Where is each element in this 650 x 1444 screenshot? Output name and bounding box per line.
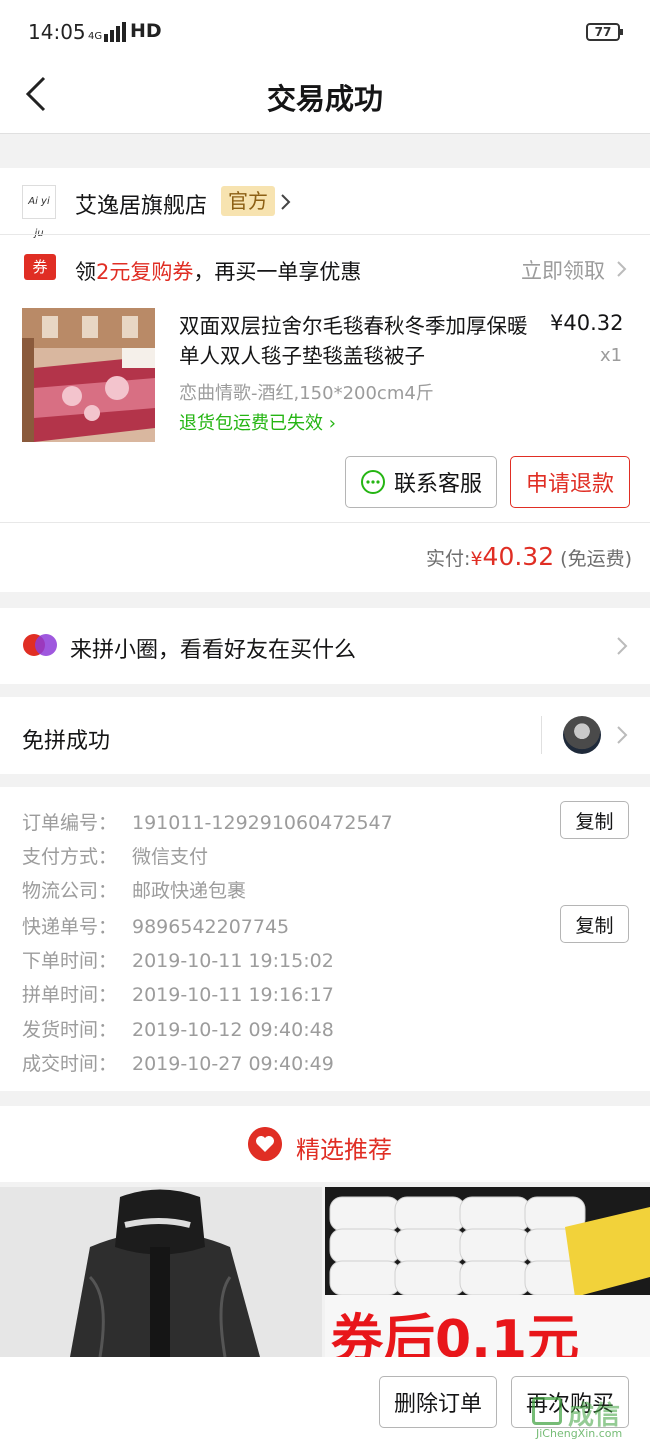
nav-bar: 交易成功 bbox=[0, 62, 650, 134]
copy-order-number-button[interactable]: 复制 bbox=[560, 801, 629, 839]
page-title: 交易成功 bbox=[266, 82, 383, 116]
divider bbox=[0, 234, 650, 235]
tracking-number-row: 快递单号： 9896542207745 bbox=[22, 916, 290, 938]
claim-coupon-link[interactable]: 立即领取 bbox=[521, 255, 605, 285]
contact-service-button[interactable]: 联系客服 bbox=[345, 456, 497, 508]
group-time-row: 拼单时间： 2019-10-11 19:16:17 bbox=[22, 984, 334, 1006]
watermark: 成信 JiChengXin.com bbox=[532, 1395, 648, 1443]
status-bar: 14:05 4G HD 77 bbox=[0, 0, 650, 62]
divider bbox=[0, 522, 650, 523]
refund-button[interactable]: 申请退款 bbox=[510, 456, 630, 508]
heart-icon bbox=[248, 1127, 282, 1161]
ship-time-row: 发货时间： 2019-10-12 09:40:48 bbox=[22, 1019, 334, 1041]
product-image[interactable] bbox=[22, 308, 155, 442]
friends-circle-text: 来拼小圈，看看好友在买什么 bbox=[70, 638, 357, 663]
product-title[interactable]: 双面双层拉舍尔毛毯春秋冬季加厚保暖单人双人毯子垫毯盖毯被子 bbox=[179, 311, 529, 371]
official-badge: 官方 bbox=[221, 186, 275, 216]
product-price: ¥40.32 bbox=[550, 311, 624, 335]
chevron-right-icon[interactable] bbox=[278, 190, 294, 214]
divider bbox=[541, 716, 542, 754]
chevron-right-icon[interactable] bbox=[616, 724, 628, 746]
signal-icon: 4G bbox=[88, 20, 127, 42]
bottom-action-bar: 删除订单 再次购买 成信 JiChengXin.com bbox=[0, 1357, 650, 1444]
coupon-text: 领2元复购券，再买一单享优惠 bbox=[75, 260, 362, 284]
chevron-right-icon[interactable] bbox=[616, 635, 628, 657]
coupon-icon: 券 bbox=[24, 254, 56, 280]
recommend-product-tile[interactable] bbox=[0, 1187, 322, 1357]
order-time-row: 下单时间： 2019-10-11 19:15:02 bbox=[22, 950, 334, 972]
group-status-text: 免拼成功 bbox=[22, 729, 111, 754]
circle-logo-icon bbox=[23, 634, 57, 656]
payment-method-row: 支付方式： 微信支付 bbox=[22, 846, 209, 868]
chevron-right-icon[interactable] bbox=[616, 259, 628, 279]
avatar[interactable] bbox=[563, 716, 601, 754]
order-number-row: 订单编号： 191011-129291060472547 bbox=[22, 812, 393, 834]
logistics-company-row: 物流公司： 邮政快递包裹 bbox=[22, 880, 247, 902]
recommend-title: 精选推荐 bbox=[296, 1136, 392, 1164]
store-logo[interactable]: Ai yi ju bbox=[22, 185, 56, 239]
battery-icon: 77 bbox=[586, 23, 623, 41]
copy-tracking-number-button[interactable]: 复制 bbox=[560, 905, 629, 943]
hd-indicator: HD bbox=[130, 20, 162, 42]
complete-time-row: 成交时间： 2019-10-27 09:40:49 bbox=[22, 1053, 334, 1075]
chat-icon bbox=[360, 470, 385, 494]
return-shipping-note[interactable]: 退货包运费已失效 › bbox=[179, 409, 336, 435]
watermark-logo-icon bbox=[532, 1397, 562, 1425]
product-spec: 恋曲情歌-酒红,150*200cm4斤 bbox=[179, 383, 434, 404]
contact-service-label: 联系客服 bbox=[393, 472, 482, 497]
recommend-header: 精选推荐 bbox=[0, 1106, 650, 1182]
product-quantity: x1 bbox=[600, 345, 623, 366]
store-name[interactable]: 艾逸居旗舰店 bbox=[75, 188, 207, 220]
paid-amount: 实付:¥40.32 (免运费) bbox=[426, 542, 632, 571]
promo-text: 券后0.1元 bbox=[331, 1310, 580, 1357]
status-time: 14:05 bbox=[28, 20, 86, 44]
delete-order-button[interactable]: 删除订单 bbox=[379, 1376, 497, 1428]
jacket-image bbox=[0, 1187, 322, 1357]
recommend-product-tile[interactable]: 券后0.1元 bbox=[325, 1187, 650, 1357]
